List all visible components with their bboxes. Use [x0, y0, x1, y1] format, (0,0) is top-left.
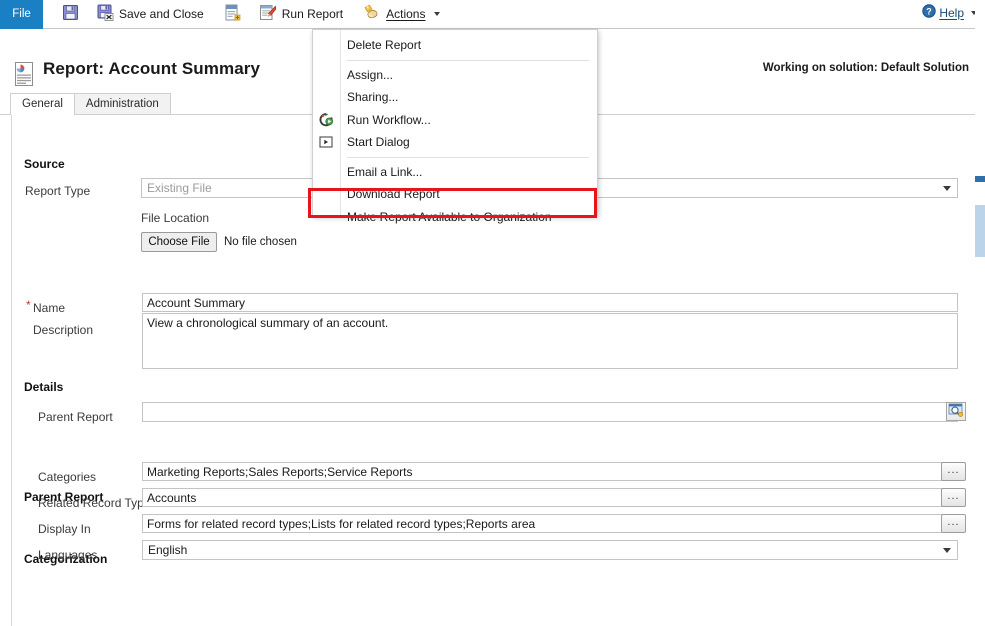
categories-browse-label: ... — [947, 464, 959, 476]
right-edge-strip — [975, 0, 985, 626]
menu-separator — [347, 157, 589, 158]
run-report-button[interactable]: Run Report — [254, 1, 348, 27]
file-menu-button[interactable]: File — [0, 0, 43, 29]
menu-item-delete-report[interactable]: Delete Report — [313, 34, 597, 57]
menu-item-email-a-link[interactable]: Email a Link... — [313, 161, 597, 184]
svg-text:?: ? — [927, 6, 933, 16]
choose-file-label: Choose File — [148, 236, 209, 248]
menu-item-download-report[interactable]: Download Report — [313, 183, 597, 206]
new-report-icon — [224, 4, 241, 25]
display-in-label: Display In — [38, 522, 91, 536]
page-title: Report: Account Summary — [43, 59, 260, 79]
categories-label: Categories — [38, 470, 96, 484]
ribbon-command-group: Save and Close — [57, 0, 445, 29]
section-heading-source: Source — [24, 157, 65, 171]
tab-general[interactable]: General — [10, 93, 75, 114]
languages-select[interactable]: English — [142, 540, 958, 560]
save-icon — [62, 4, 79, 24]
name-label: Name — [33, 301, 65, 315]
menu-item-label: Assign... — [347, 68, 393, 82]
menu-item-label: Download Report — [347, 187, 440, 201]
menu-item-sharing[interactable]: Sharing... — [313, 86, 597, 109]
parent-report-input[interactable] — [142, 402, 958, 422]
file-location-label: File Location — [141, 211, 209, 225]
menu-item-label: Email a Link... — [347, 165, 422, 179]
dialog-icon — [318, 134, 334, 150]
lookup-icon — [948, 403, 964, 421]
name-input[interactable] — [142, 293, 958, 312]
save-and-close-icon — [97, 4, 114, 24]
chevron-down-icon — [943, 548, 951, 553]
parent-report-lookup-button[interactable] — [946, 402, 966, 421]
parent-report-label: Parent Report — [38, 410, 113, 424]
save-and-close-button[interactable]: Save and Close — [92, 1, 209, 27]
tab-administration-label: Administration — [86, 98, 159, 110]
menu-item-label: Make Report Available to Organization — [347, 210, 552, 224]
languages-value: English — [148, 543, 187, 557]
display-in-browse-label: ... — [947, 516, 959, 528]
menu-separator — [347, 60, 589, 61]
application-window: File — [0, 0, 985, 626]
ribbon-toolbar: File — [0, 0, 985, 29]
choose-file-button[interactable]: Choose File — [141, 232, 217, 252]
menu-item-label: Start Dialog — [347, 135, 410, 149]
name-required-indicator: * — [26, 298, 31, 312]
new-report-button[interactable] — [219, 1, 246, 27]
run-report-label: Run Report — [282, 8, 343, 20]
description-textarea[interactable] — [142, 313, 958, 369]
menu-item-run-workflow[interactable]: Run Workflow... — [313, 109, 597, 132]
help-icon: ? — [922, 4, 936, 21]
help-button[interactable]: ? Help — [922, 4, 977, 21]
related-record-types-browse-button[interactable]: ... — [941, 488, 966, 507]
description-label: Description — [33, 323, 93, 337]
menu-item-label: Delete Report — [347, 38, 421, 52]
run-report-icon — [259, 4, 277, 24]
workflow-icon — [318, 112, 334, 128]
save-button[interactable] — [57, 1, 84, 27]
categories-browse-button[interactable]: ... — [941, 462, 966, 481]
related-record-types-label: Related Record Types — [38, 496, 157, 510]
menu-item-assign[interactable]: Assign... — [313, 64, 597, 87]
categories-input[interactable] — [142, 462, 943, 481]
related-record-types-input[interactable] — [142, 488, 943, 507]
form-tabs: General Administration — [10, 92, 171, 114]
report-type-label: Report Type — [25, 184, 90, 198]
file-menu-label: File — [12, 8, 31, 20]
report-type-value: Existing File — [147, 181, 212, 195]
actions-label: Actions — [386, 8, 425, 20]
save-and-close-label: Save and Close — [119, 8, 204, 20]
tab-administration[interactable]: Administration — [75, 93, 171, 114]
languages-label: Languages — [38, 548, 97, 562]
chevron-down-icon — [434, 12, 440, 16]
actions-icon — [363, 4, 381, 24]
section-heading-details: Details — [24, 380, 63, 394]
display-in-browse-button[interactable]: ... — [941, 514, 966, 533]
menu-item-start-dialog[interactable]: Start Dialog — [313, 131, 597, 154]
menu-item-label: Sharing... — [347, 90, 398, 104]
solution-context-label: Working on solution: Default Solution — [763, 62, 969, 74]
chevron-down-icon — [943, 186, 951, 191]
actions-dropdown-menu: Delete Report Assign... Sharing... Run W… — [312, 29, 598, 216]
help-label: Help — [939, 6, 964, 20]
related-record-types-browse-label: ... — [947, 490, 959, 502]
report-record-icon — [12, 61, 36, 87]
display-in-input[interactable] — [142, 514, 943, 533]
menu-item-make-report-available-to-organization[interactable]: Make Report Available to Organization — [313, 206, 597, 229]
tab-general-label: General — [22, 98, 63, 110]
menu-item-label: Run Workflow... — [347, 113, 431, 127]
actions-button[interactable]: Actions — [358, 1, 445, 27]
no-file-chosen-text: No file chosen — [224, 236, 297, 248]
